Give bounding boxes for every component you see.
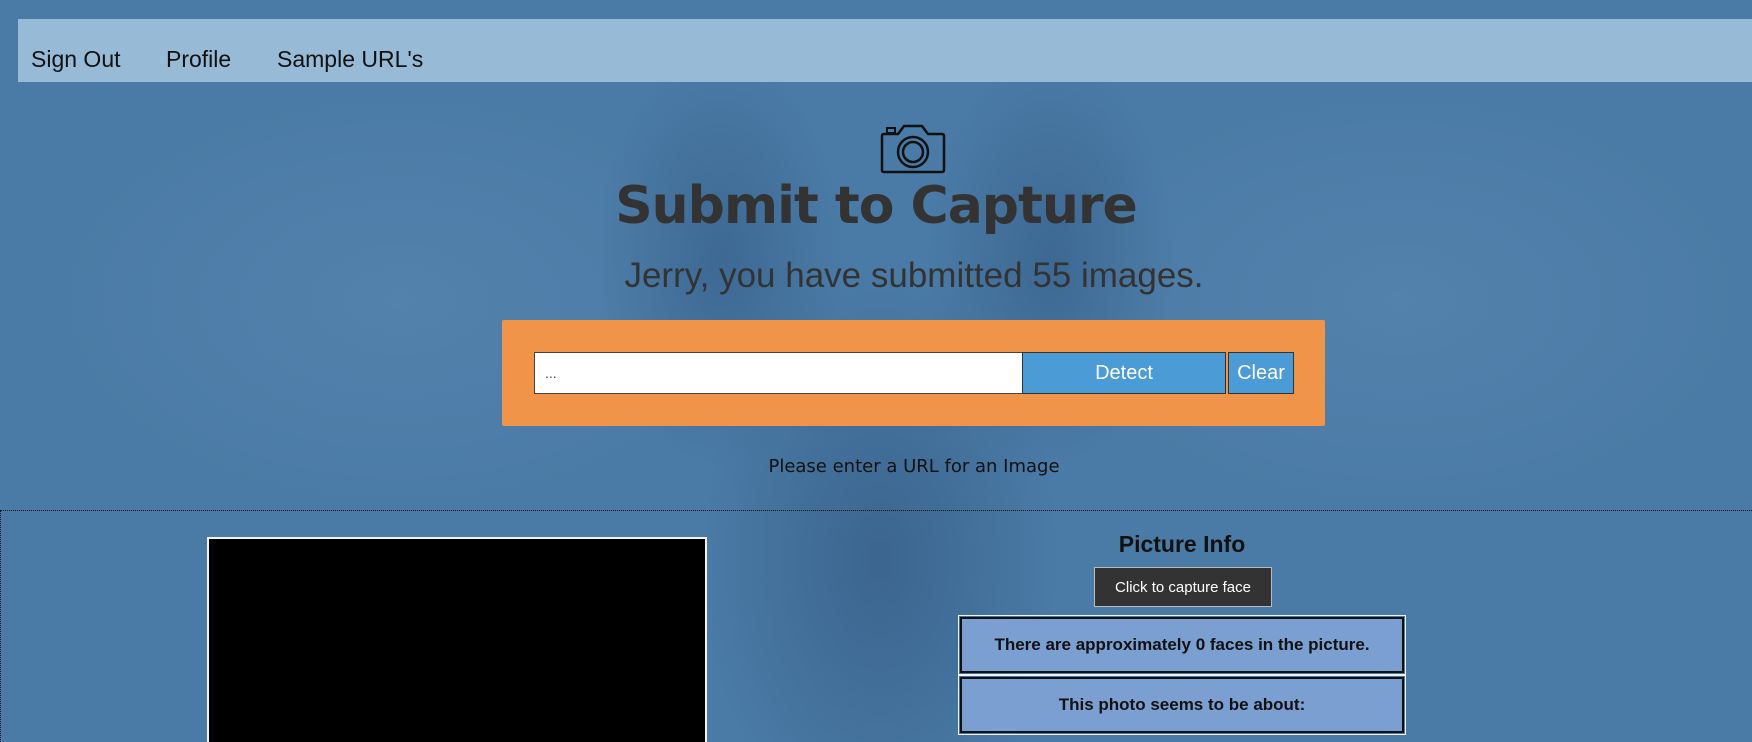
photo-about-box: This photo seems to be about: — [958, 675, 1406, 735]
image-url-input[interactable] — [534, 352, 1026, 394]
image-preview — [207, 537, 707, 742]
face-count-box: There are approximately 0 faces in the p… — [958, 615, 1406, 675]
nav-profile-link[interactable]: Profile — [166, 48, 231, 71]
detect-button[interactable]: Detect — [1022, 352, 1226, 394]
clear-button[interactable]: Clear — [1228, 352, 1294, 394]
url-form: Detect Clear — [502, 320, 1325, 426]
camera-icon — [880, 124, 946, 174]
submission-count-text: Jerry, you have submitted 55 images. — [624, 256, 1204, 295]
nav-sign-out-link[interactable]: Sign Out — [31, 48, 121, 71]
url-hint-text: Please enter a URL for an Image — [768, 456, 1060, 477]
subtitle-wrapper: Jerry, you have submitted 55 images. — [0, 258, 1752, 293]
capture-face-button[interactable]: Click to capture face — [1094, 567, 1272, 607]
top-nav-bar: Sign Out Profile Sample URL's — [18, 19, 1752, 82]
section-divider — [0, 510, 1752, 511]
page-title: Submit to Capture — [615, 176, 1138, 236]
picture-info-heading: Picture Info — [1118, 531, 1246, 557]
nav-sample-urls-link[interactable]: Sample URL's — [277, 48, 423, 71]
section-border-left — [0, 510, 1, 742]
